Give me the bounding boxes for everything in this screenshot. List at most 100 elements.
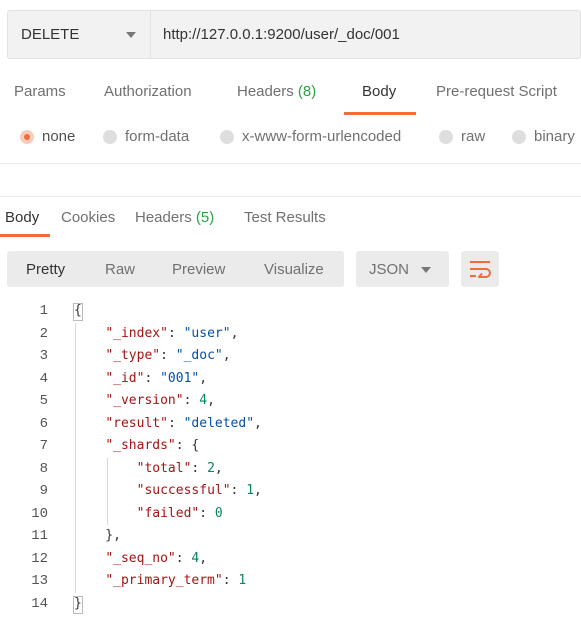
- response-tab-test-results[interactable]: Test Results: [244, 209, 326, 226]
- tab-label: Headers: [135, 209, 192, 226]
- json-number: 0: [214, 505, 223, 521]
- line-number: 10: [31, 505, 48, 522]
- tab-label: Pre-request Script: [436, 83, 557, 100]
- response-tab-body[interactable]: Body: [5, 209, 39, 226]
- view-preview-button[interactable]: Preview: [172, 261, 225, 278]
- radio-empty-icon: [220, 129, 234, 144]
- json-key: "_id": [105, 370, 145, 386]
- tab-label: Authorization: [104, 83, 192, 100]
- radio-none[interactable]: none: [20, 128, 75, 145]
- json-punctuation: [74, 348, 105, 363]
- json-number: 1: [246, 483, 255, 498]
- view-visualize-button[interactable]: Visualize: [264, 261, 324, 278]
- wrap-lines-icon: [470, 261, 491, 278]
- tab-label: Cookies: [61, 209, 116, 226]
- tab-body[interactable]: Body: [362, 83, 396, 100]
- radio-label: none: [42, 128, 76, 145]
- json-punctuation: :: [230, 483, 247, 498]
- radio-binary[interactable]: binary: [512, 128, 575, 145]
- format-select[interactable]: JSON: [356, 251, 449, 287]
- code-line: 8 "total": 2,: [0, 458, 581, 481]
- radio-label: binary: [534, 128, 575, 145]
- code-text: "_shards": {: [74, 438, 199, 453]
- radio-x-www-form-urlencoded[interactable]: x-www-form-urlencoded: [220, 128, 401, 145]
- json-number: 1: [238, 573, 247, 588]
- code-line: 10 "failed": 0: [0, 503, 581, 526]
- code-line: 14}: [0, 593, 581, 616]
- json-punctuation: [74, 461, 137, 476]
- line-number: 7: [39, 438, 48, 454]
- json-punctuation: [74, 506, 137, 521]
- active-tab-indicator: [0, 234, 50, 237]
- json-punctuation: ,: [199, 550, 208, 566]
- indent-guide: [75, 322, 76, 593]
- tab-headers[interactable]: Headers (8): [237, 83, 316, 100]
- json-string: "deleted": [183, 415, 255, 431]
- json-punctuation: [74, 326, 105, 341]
- code-line: 2 "_index": "user",: [0, 323, 581, 346]
- method-select[interactable]: DELETE: [8, 11, 151, 58]
- response-tab-headers[interactable]: Headers (5): [135, 209, 214, 226]
- code-line: 12 "_seq_no": 4,: [0, 548, 581, 571]
- radio-form-data[interactable]: form-data: [103, 128, 189, 145]
- json-punctuation: :: [160, 348, 176, 363]
- code-line: 3 "_type": "_doc",: [0, 345, 581, 368]
- code-text: },: [74, 528, 121, 543]
- json-key: "_primary_term": [105, 573, 223, 588]
- radio-empty-icon: [103, 129, 117, 144]
- active-tab-indicator: [344, 112, 416, 115]
- tab-pre-request-script[interactable]: Pre-request Script: [436, 83, 557, 100]
- json-key: "total": [136, 460, 192, 476]
- line-number: 8: [39, 460, 48, 477]
- json-key: "_shards": [105, 438, 176, 453]
- view-raw-button[interactable]: Raw: [105, 261, 135, 278]
- divider: [0, 163, 581, 164]
- json-punctuation: ,: [207, 393, 215, 408]
- json-number: 4: [199, 393, 208, 408]
- json-punctuation: ,: [199, 370, 208, 386]
- code-text: "_index": "user",: [74, 326, 238, 341]
- json-punctuation: ,: [222, 348, 231, 363]
- radio-raw[interactable]: raw: [439, 128, 485, 145]
- request-tabs: Params Authorization Headers (8) Body Pr…: [0, 75, 581, 115]
- line-number: 11: [31, 528, 48, 544]
- json-punctuation: :: [167, 325, 184, 341]
- tab-authorization[interactable]: Authorization: [104, 83, 192, 100]
- radio-selected-icon: [20, 129, 34, 144]
- json-punctuation: ,: [254, 483, 262, 498]
- json-key: "failed": [136, 505, 200, 521]
- tab-label: Params: [14, 83, 66, 100]
- json-key: "successful": [136, 483, 231, 498]
- json-punctuation: [74, 416, 105, 431]
- line-number: 2: [39, 325, 48, 342]
- radio-empty-icon: [512, 129, 526, 144]
- json-key: "_seq_no": [105, 550, 176, 566]
- tab-label: Body: [5, 209, 40, 226]
- json-punctuation: :: [183, 393, 200, 408]
- json-punctuation: ,: [254, 415, 262, 431]
- line-number: 13: [31, 573, 48, 589]
- json-key: "_index": [105, 325, 168, 341]
- code-text: "successful": 1,: [74, 483, 262, 498]
- tab-label: Headers: [237, 83, 294, 100]
- response-tab-cookies[interactable]: Cookies: [61, 209, 115, 226]
- wrap-lines-button[interactable]: [461, 251, 499, 287]
- chevron-down-icon: [126, 32, 136, 38]
- json-key: "result": [105, 415, 168, 431]
- line-number: 5: [39, 393, 48, 409]
- json-punctuation: :: [222, 573, 239, 588]
- json-punctuation: [74, 551, 105, 566]
- json-punctuation: : {: [175, 438, 200, 453]
- code-text: "_seq_no": 4,: [74, 551, 207, 566]
- request-url-bar: DELETE http://127.0.0.1:9200/user/_doc/0…: [7, 10, 581, 59]
- radio-label: form-data: [125, 128, 190, 145]
- view-pretty-button[interactable]: Pretty: [26, 261, 65, 278]
- tab-count: (8): [297, 83, 317, 100]
- json-punctuation: [74, 573, 105, 588]
- code-line: 11 },: [0, 525, 581, 548]
- json-string: "user": [183, 325, 231, 341]
- url-text: http://127.0.0.1:9200/user/_doc/001: [163, 26, 400, 43]
- url-input[interactable]: http://127.0.0.1:9200/user/_doc/001: [151, 11, 580, 58]
- line-number: 4: [39, 370, 48, 387]
- tab-params[interactable]: Params: [14, 83, 66, 100]
